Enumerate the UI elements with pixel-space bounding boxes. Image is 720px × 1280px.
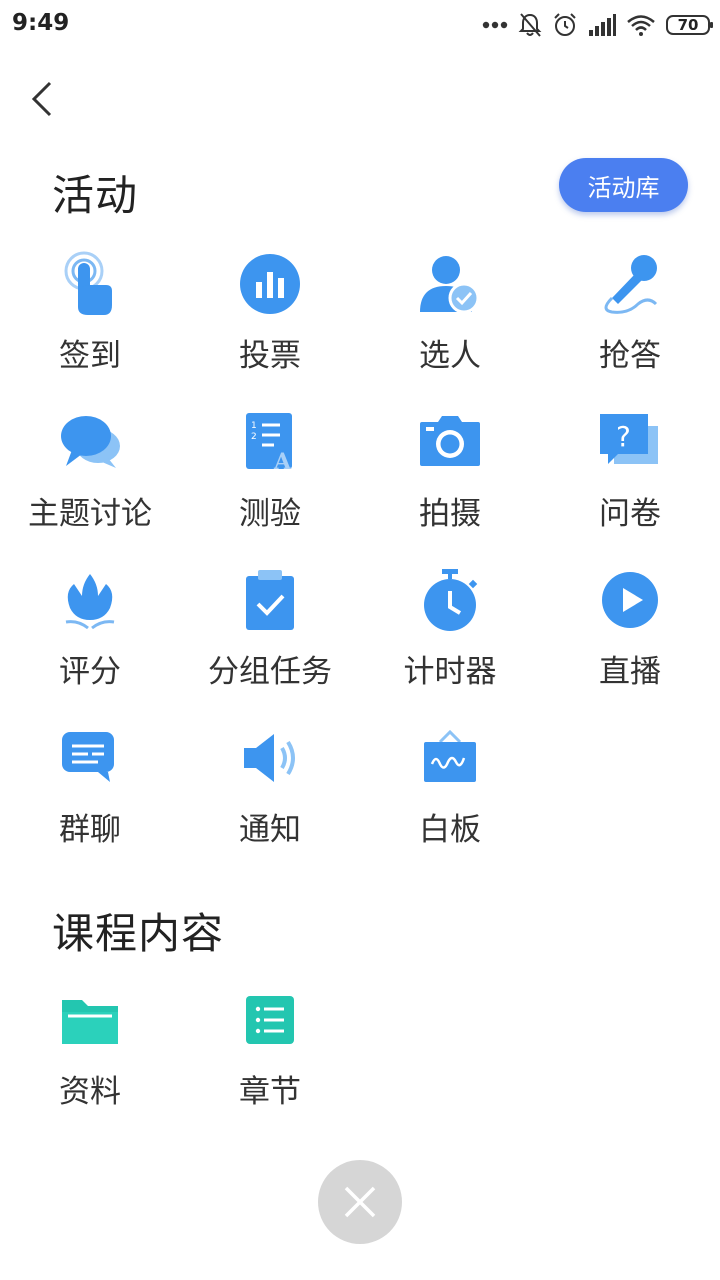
microphone-icon <box>594 248 666 320</box>
course-content-title: 课程内容 <box>52 909 225 958</box>
activity-pick-person[interactable]: 选人 <box>360 238 540 378</box>
activity-rating[interactable]: 评分 <box>0 554 180 694</box>
close-button[interactable] <box>318 1160 402 1244</box>
activities-title: 活动 <box>52 171 139 220</box>
chapter-list-icon <box>234 984 306 1056</box>
activity-whiteboard[interactable]: 白板 <box>360 712 540 852</box>
activity-label: 直播 <box>599 654 661 690</box>
svg-text:2: 2 <box>251 432 257 442</box>
activity-label: 签到 <box>59 338 121 374</box>
activity-label: 通知 <box>239 812 301 848</box>
activity-label: 测验 <box>239 496 301 532</box>
activity-label: 计时器 <box>403 654 497 690</box>
speaker-icon <box>234 722 306 794</box>
status-time: 9:49 <box>12 10 70 36</box>
activity-label: 问卷 <box>599 496 661 532</box>
activity-quiz[interactable]: 1 2 A 测验 <box>180 396 360 536</box>
tulip-icon <box>54 564 126 636</box>
activity-label: 投票 <box>239 338 301 374</box>
activity-label: 分组任务 <box>208 654 332 690</box>
bell-muted-icon <box>518 13 542 37</box>
activity-timer[interactable]: 计时器 <box>360 554 540 694</box>
back-button[interactable] <box>20 74 64 124</box>
svg-text:A: A <box>273 449 292 473</box>
activity-live[interactable]: 直播 <box>540 554 720 694</box>
camera-icon <box>414 406 486 478</box>
signal-icon <box>589 14 616 36</box>
svg-text:?: ? <box>616 420 631 453</box>
activity-label: 评分 <box>59 654 121 690</box>
activity-label: 选人 <box>419 338 481 374</box>
svg-text:1: 1 <box>251 421 257 431</box>
activity-questionnaire[interactable]: ? 问卷 <box>540 396 720 536</box>
course-label: 章节 <box>239 1074 301 1110</box>
activity-label: 白板 <box>419 812 481 848</box>
activity-vote[interactable]: 投票 <box>180 238 360 378</box>
person-check-icon <box>414 248 486 320</box>
more-dots-icon <box>482 21 508 29</box>
battery-indicator: 70 <box>666 15 713 35</box>
activity-topic-discussion[interactable]: 主题讨论 <box>0 396 180 536</box>
tap-hand-icon <box>54 248 126 320</box>
activity-label: 抢答 <box>599 338 661 374</box>
clipboard-check-icon <box>234 564 306 636</box>
course-chapters[interactable]: 章节 <box>180 974 360 1114</box>
activity-library-button[interactable]: 活动库 <box>559 158 688 212</box>
activity-label: 拍摄 <box>419 496 481 532</box>
activity-capture[interactable]: 拍摄 <box>360 396 540 536</box>
quiz-sheet-icon: 1 2 A <box>234 406 306 478</box>
whiteboard-icon <box>414 722 486 794</box>
alarm-clock-icon <box>554 13 576 36</box>
status-bar: 9:49 70 <box>0 0 720 52</box>
chat-bubbles-icon <box>54 406 126 478</box>
wifi-icon <box>627 15 655 36</box>
status-icons: 70 <box>482 10 713 40</box>
course-materials[interactable]: 资料 <box>0 974 180 1114</box>
activity-group-chat[interactable]: 群聊 <box>0 712 180 852</box>
activity-label: 群聊 <box>59 812 121 848</box>
activity-group-task[interactable]: 分组任务 <box>180 554 360 694</box>
bar-chart-icon <box>234 248 306 320</box>
question-board-icon: ? <box>594 406 666 478</box>
stopwatch-icon <box>414 564 486 636</box>
close-icon <box>344 1186 376 1218</box>
activity-sign-in[interactable]: 签到 <box>0 238 180 378</box>
chevron-left-icon <box>31 81 52 117</box>
activity-buzz-answer[interactable]: 抢答 <box>540 238 720 378</box>
message-icon <box>54 722 126 794</box>
course-label: 资料 <box>59 1074 121 1110</box>
folder-icon <box>54 984 126 1056</box>
play-circle-icon <box>594 564 666 636</box>
activity-label: 主题讨论 <box>28 496 152 532</box>
activity-notice[interactable]: 通知 <box>180 712 360 852</box>
